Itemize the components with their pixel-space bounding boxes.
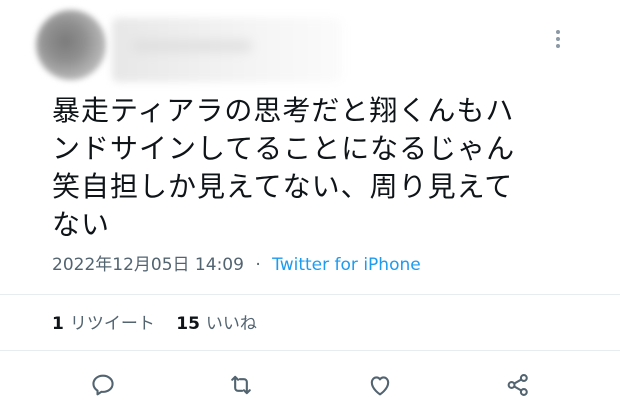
reply-button[interactable]	[88, 370, 118, 400]
tweet-stats: 1 リツイート 15 いいね	[52, 313, 273, 335]
retweets-count: 1	[52, 314, 64, 334]
share-button[interactable]	[503, 370, 533, 400]
reply-icon	[89, 371, 117, 399]
divider	[0, 294, 620, 295]
tweet-text-line: 笑自担しか見えてない、周り見えて	[52, 170, 514, 203]
like-button[interactable]	[365, 370, 395, 400]
retweet-button[interactable]	[226, 370, 256, 400]
heart-icon	[366, 371, 394, 399]
likes-count: 15	[176, 314, 200, 334]
avatar[interactable]	[36, 10, 106, 80]
tweet-actions	[0, 360, 620, 410]
likes-stat[interactable]: 15 いいね	[176, 313, 257, 335]
tweet-text-line: ンドサインしてることになるじゃん	[52, 132, 516, 165]
more-vertical-icon[interactable]	[550, 25, 566, 53]
tweet-meta: 2022年12月05日 14:09 · Twitter for iPhone	[52, 254, 421, 276]
tweet-header	[0, 0, 620, 90]
tweet-text-line: 暴走ティアラの思考だと翔くんもハ	[52, 94, 515, 127]
share-icon	[504, 371, 532, 399]
tweet-text-line: ない	[52, 208, 111, 241]
tweet-source-link[interactable]: Twitter for iPhone	[272, 255, 421, 275]
divider	[0, 350, 620, 351]
retweets-label: リツイート	[69, 314, 155, 334]
likes-label: いいね	[205, 314, 257, 334]
meta-separator: ·	[255, 255, 261, 275]
tweet-timestamp[interactable]: 2022年12月05日 14:09	[52, 255, 244, 275]
redacted-user-name	[112, 18, 342, 82]
tweet-text: 暴走ティアラの思考だと翔くんもハ ンドサインしてることになるじゃん 笑自担しか見…	[52, 92, 582, 244]
retweets-stat[interactable]: 1 リツイート	[52, 313, 155, 335]
retweet-icon	[227, 371, 255, 399]
